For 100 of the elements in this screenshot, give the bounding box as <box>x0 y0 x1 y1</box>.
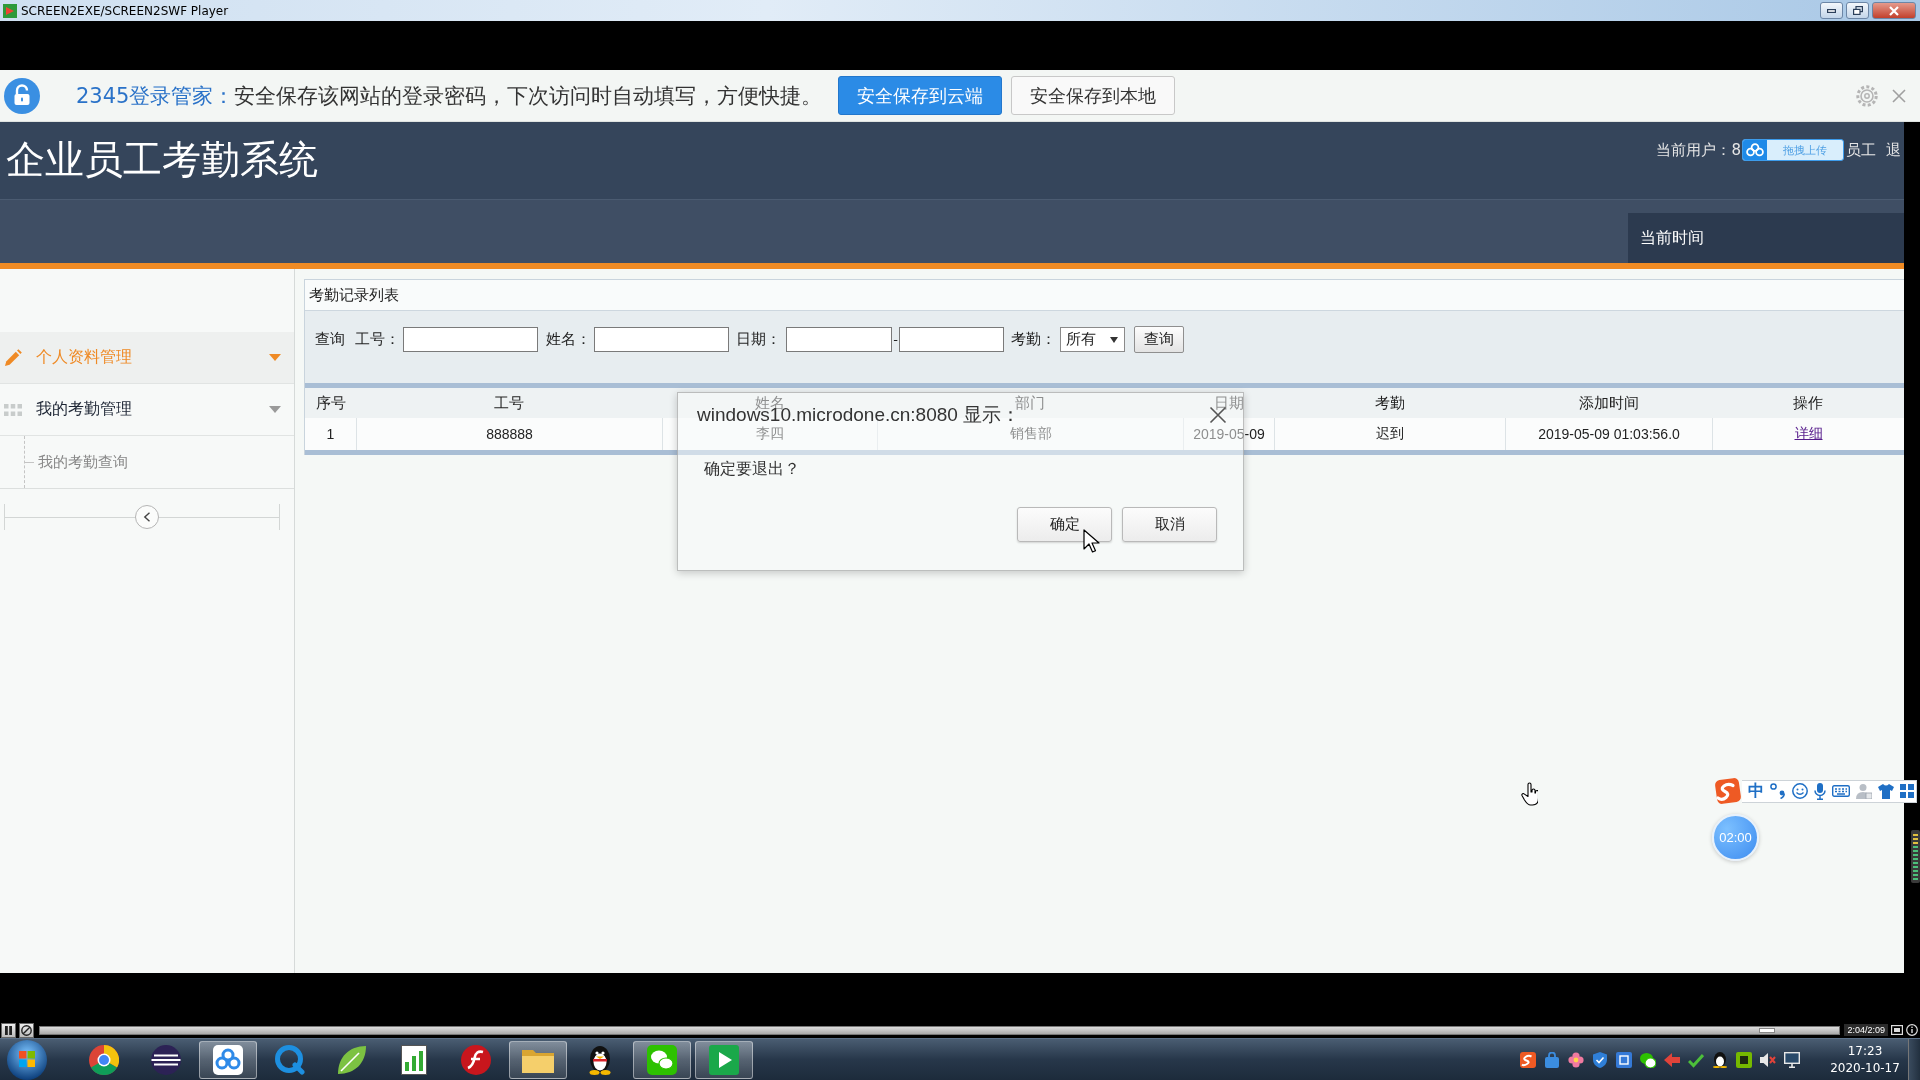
pointer-cursor-icon <box>1083 529 1100 554</box>
penguin-icon <box>588 1044 612 1075</box>
query-label: 查询 <box>315 330 345 349</box>
chat-bubbles-icon <box>647 1044 677 1075</box>
save-password-button[interactable]: 安全保存到云端 <box>838 76 1003 115</box>
clock-time[interactable]: 17:23 <box>1847 1042 1883 1060</box>
pause-button[interactable] <box>1 1022 16 1038</box>
field-label: 工号： <box>355 330 400 349</box>
leaf-icon <box>337 1044 367 1075</box>
swirl-disc-icon <box>461 1044 491 1075</box>
attendance-select[interactable]: 所有 <box>1060 327 1125 352</box>
hand-cursor-icon <box>1521 782 1538 806</box>
caret-down-icon <box>1110 336 1118 343</box>
grid-icon[interactable] <box>1900 784 1914 798</box>
clock-date[interactable]: 2020-10-17 <box>1830 1059 1900 1077</box>
column-header: 添加时间 <box>1505 388 1712 418</box>
chevron-left-icon <box>143 512 151 522</box>
shield-icon[interactable] <box>1592 1051 1608 1068</box>
dialog-button[interactable]: 确定 <box>1017 507 1112 542</box>
column-header: 操作 <box>1712 388 1904 418</box>
swoosh-tile-icon[interactable] <box>1520 1051 1536 1068</box>
save-password-button[interactable]: 安全保存到本地 <box>1011 76 1176 115</box>
minimize-icon <box>1827 8 1836 13</box>
cloud-icon <box>1743 140 1767 160</box>
taskbar-button[interactable] <box>695 1040 753 1079</box>
taskbar-button[interactable] <box>509 1040 567 1079</box>
collapse-button[interactable] <box>135 505 159 529</box>
query-button[interactable]: 查询 <box>1134 326 1184 353</box>
input-field[interactable] <box>403 327 538 352</box>
arrow-icon[interactable] <box>1664 1051 1680 1068</box>
punctuation-icon[interactable] <box>1770 783 1786 799</box>
range-separator: - <box>892 332 899 347</box>
logout-link[interactable]: 退 <box>1886 140 1901 160</box>
bag-icon[interactable] <box>1544 1051 1560 1068</box>
dialog-button[interactable]: 取消 <box>1122 507 1217 542</box>
detail-link[interactable]: 详细 <box>1794 425 1823 443</box>
check-icon[interactable] <box>1688 1051 1704 1068</box>
microphone-icon[interactable] <box>1814 782 1826 800</box>
muted-speaker-icon[interactable] <box>1760 1051 1776 1068</box>
ring-tail-icon <box>275 1044 305 1075</box>
table-cell: 2019-05-09 <box>1183 418 1274 450</box>
flower-icon[interactable] <box>1568 1051 1584 1068</box>
play-icon <box>709 1044 739 1075</box>
pause-icon <box>4 1025 13 1035</box>
maximize-button[interactable] <box>1846 2 1869 19</box>
column-header: 工号 <box>356 388 662 418</box>
table-cell: 1 <box>305 418 356 450</box>
app-title: 企业员工考勤系统 <box>6 137 318 184</box>
taskbar-button[interactable] <box>633 1040 691 1079</box>
cloud-icon <box>213 1044 243 1075</box>
penguin-icon[interactable] <box>1712 1051 1728 1068</box>
caret-down-icon <box>269 354 281 361</box>
maximize-icon <box>1852 6 1863 15</box>
table-cell: 888888 <box>356 418 662 450</box>
window-icon[interactable] <box>1891 1025 1903 1035</box>
progress-track[interactable] <box>39 1025 1841 1035</box>
current-user-label: 当前用户：8 <box>1656 140 1741 160</box>
shirt-icon[interactable] <box>1878 783 1894 799</box>
square-tile-icon[interactable] <box>1616 1051 1632 1068</box>
close-button[interactable] <box>1872 2 1916 19</box>
grid-icon <box>4 403 22 416</box>
playback-time: 2:04/2:09 <box>1844 1024 1888 1036</box>
field-label: 考勤： <box>1011 330 1056 349</box>
info-icon[interactable] <box>1906 1024 1918 1036</box>
app-logo-icon[interactable] <box>1714 777 1742 805</box>
app-icon <box>3 3 17 18</box>
striped-sphere-icon <box>151 1044 181 1075</box>
user-role: 员工 <box>1846 140 1876 160</box>
monitor-icon[interactable] <box>1784 1051 1800 1068</box>
close-icon <box>1889 5 1899 16</box>
date-input-field[interactable] <box>786 327 892 352</box>
table-cell: 迟到 <box>1274 418 1505 450</box>
chat-bubbles-icon[interactable] <box>1640 1051 1656 1068</box>
column-header: 日期 <box>1183 388 1274 418</box>
chip-icon[interactable] <box>1736 1051 1752 1068</box>
progress-thumb[interactable] <box>1759 1027 1776 1033</box>
current-time-label: 当前时间 <box>1628 213 1904 263</box>
start-orb-icon[interactable] <box>7 1039 47 1080</box>
toggle-button[interactable] <box>19 1022 34 1038</box>
column-header: 考勤 <box>1274 388 1505 418</box>
smiley-icon[interactable] <box>1792 783 1808 799</box>
panel-title: 考勤记录列表 <box>305 280 1904 311</box>
input-field[interactable] <box>594 327 729 352</box>
field-label: 姓名： <box>546 330 591 349</box>
taskbar-button[interactable] <box>199 1040 257 1079</box>
window-title: SCREEN2EXE/SCREEN2SWF Player <box>21 3 229 18</box>
column-header: 序号 <box>305 388 356 418</box>
level-meter-icon <box>1911 830 1920 883</box>
minimize-button[interactable] <box>1820 2 1843 19</box>
slash-circle-icon <box>21 1024 32 1036</box>
keyboard-icon[interactable] <box>1832 785 1850 797</box>
lock-icon <box>4 77 40 114</box>
browser-icon <box>89 1044 119 1075</box>
chart-document-icon <box>401 1044 427 1075</box>
dialog-message: 确定要退出？ <box>704 459 800 479</box>
pencil-icon <box>4 348 22 367</box>
caret-down-icon <box>269 406 281 413</box>
field-label: 日期： <box>736 330 781 349</box>
date-input-field[interactable] <box>899 327 1004 352</box>
input-mode-toggle[interactable]: 中 <box>1748 783 1764 799</box>
